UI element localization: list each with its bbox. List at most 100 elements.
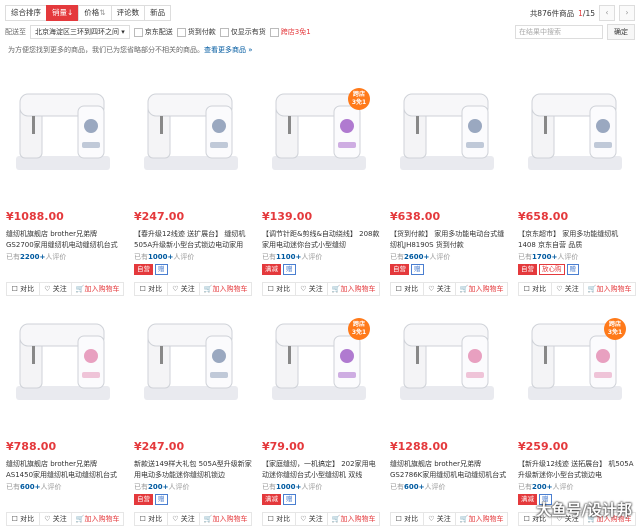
product-card[interactable]: 跨店 3免1 ¥79.00 【家庭缝纫，一机搞定】 202家用电动迷你缝纫台式小型缝…	[256, 290, 382, 528]
add-to-cart-button[interactable]: 🛒加入购物车	[72, 513, 123, 525]
product-tag: 自营	[518, 264, 537, 275]
comment-count[interactable]: 1700+	[532, 253, 557, 261]
product-title[interactable]: 【货到付款】 家用多功能电动台式缝纫机JH8190S 货到付款	[390, 229, 508, 251]
product-comments: 已有1000+人评价	[134, 253, 195, 261]
add-to-cart-button[interactable]: 🛒加入购物车	[456, 513, 507, 525]
sort-price-label: 价格	[84, 8, 100, 17]
product-comments: 已有1700+人评价	[518, 253, 579, 261]
product-tag: 赠	[411, 264, 424, 275]
check-cod[interactable]: 货到付款	[176, 27, 216, 37]
checkbox-icon	[269, 27, 279, 37]
compare-button[interactable]: ☐ 对比	[263, 513, 296, 525]
product-title[interactable]: 缝纫机旗舰店 brother兄弟牌 GS2786K家用缝纫机电动缝纫机台式	[390, 459, 508, 481]
tip-text: 为方便您找到更多的商品，我们已为您省略部分不相关的商品。	[8, 46, 204, 54]
product-actions: ☐ 对比 ♡ 关注 🛒加入购物车	[6, 512, 124, 526]
product-card[interactable]: ¥1088.00 缝纫机旗舰店 brother兄弟牌 GS2700家用缝纫机电动缝…	[0, 60, 126, 298]
product-title[interactable]: 缝纫机旗舰店 brother兄弟牌 GS2700家用缝纫机电动缝纫机台式	[6, 229, 124, 251]
sort-sales-label: 销量	[52, 8, 67, 17]
sort-sales[interactable]: 销量↓	[46, 5, 80, 21]
chevron-down-icon: ▾	[121, 28, 125, 36]
check-jd-delivery[interactable]: 京东配送	[133, 27, 173, 37]
product-card[interactable]: 跨店 3免1 ¥259.00 【新升级12线迹 送拓展台】 机505A 升级新迷你小…	[512, 290, 638, 528]
product-title[interactable]: 缝纫机旗舰店 brother兄弟牌 AS1450家用缝纫机电动缝纫机台式	[6, 459, 124, 481]
checkbox-icon	[219, 27, 229, 37]
product-title[interactable]: 【家庭缝纫，一机搞定】 202家用电动迷你缝纫台式小型缝纫机 双线	[262, 459, 380, 481]
follow-button[interactable]: ♡ 关注	[40, 513, 73, 525]
arrow-down-icon: ↓	[67, 8, 74, 17]
product-image[interactable]	[390, 302, 504, 414]
product-price: ¥788.00	[6, 440, 57, 453]
comment-count[interactable]: 200+	[148, 483, 168, 491]
product-title[interactable]: 新款送149样大礼包 505A型升级新家用电动多功能迷你缝纫机锁边	[134, 459, 252, 481]
compare-button[interactable]: ☐ 对比	[7, 513, 40, 525]
address-text: 北京海淀区三环到四环之间	[35, 28, 119, 36]
product-actions: ☐ 对比 ♡ 关注 🛒加入购物车	[134, 512, 252, 526]
ship-to-label: 配送至	[5, 28, 26, 36]
product-price: ¥247.00	[134, 210, 185, 223]
checkbox-icon	[176, 27, 186, 37]
comment-count[interactable]: 600+	[404, 483, 424, 491]
product-title[interactable]: 【春升级12线迹 送扩展台】 缝纫机505A升级新小型台式锁边电动家用	[134, 229, 252, 251]
product-price: ¥1288.00	[390, 440, 448, 453]
compare-button[interactable]: ☐ 对比	[391, 513, 424, 525]
product-image[interactable]	[390, 72, 504, 184]
product-price: ¥139.00	[262, 210, 313, 223]
product-image[interactable]	[6, 72, 120, 184]
product-comments: 已有600+人评价	[390, 483, 446, 491]
sort-price[interactable]: 价格⇅	[78, 5, 112, 21]
product-card[interactable]: 跨店 3免1 ¥139.00 【调节针距&剪线&自动绕线】 208款家用电动迷你台式…	[256, 60, 382, 298]
prev-page-button[interactable]: ‹	[599, 5, 615, 21]
comment-count[interactable]: 1100+	[276, 253, 301, 261]
product-image[interactable]	[134, 72, 248, 184]
product-comments: 已有2600+人评价	[390, 253, 451, 261]
product-title[interactable]: 【新升级12线迹 送拓展台】 机505A 升级新迷你小型台式锁边电	[518, 459, 636, 481]
product-card[interactable]: ¥788.00 缝纫机旗舰店 brother兄弟牌 AS1450家用缝纫机电动缝纫…	[0, 290, 126, 528]
check-cross-store[interactable]: 跨店3免1	[269, 27, 311, 37]
comment-count[interactable]: 2600+	[404, 253, 429, 261]
sort-comprehensive[interactable]: 综合排序	[5, 5, 47, 21]
check-label: 京东配送	[144, 28, 173, 36]
product-tag: 自营	[134, 494, 153, 505]
sort-new[interactable]: 新品	[144, 5, 172, 21]
add-to-cart-button[interactable]: 🛒加入购物车	[200, 513, 251, 525]
product-title[interactable]: 【京东超市】 家用多功能缝纫机1408 京东自营 品质	[518, 229, 636, 251]
sort-comments[interactable]: 评论数	[110, 5, 146, 21]
product-tags: 满减赠	[262, 264, 296, 275]
search-confirm-button[interactable]: 确定	[607, 24, 635, 40]
compare-button[interactable]: ☐ 对比	[135, 513, 168, 525]
comment-count[interactable]: 200+	[532, 483, 552, 491]
comment-count[interactable]: 1000+	[148, 253, 173, 261]
address-selector[interactable]: 北京海淀区三环到四环之间 ▾	[30, 25, 130, 39]
next-page-button[interactable]: ›	[619, 5, 635, 21]
product-tag: 满减	[262, 494, 281, 505]
product-card[interactable]: ¥638.00 【货到付款】 家用多功能电动台式缝纫机JH8190S 货到付款 已有…	[384, 60, 510, 298]
comment-count[interactable]: 2200+	[20, 253, 45, 261]
comment-count[interactable]: 1000+	[276, 483, 301, 491]
product-card[interactable]: ¥658.00 【京东超市】 家用多功能缝纫机1408 京东自营 品质 已有1700…	[512, 60, 638, 298]
product-card[interactable]: ¥247.00 新款送149样大礼包 505A型升级新家用电动多功能迷你缝纫机锁边…	[128, 290, 254, 528]
follow-button[interactable]: ♡ 关注	[168, 513, 201, 525]
product-image[interactable]	[518, 72, 632, 184]
check-in-stock[interactable]: 仅显示有货	[219, 27, 266, 37]
product-tags: 满减赠	[262, 494, 296, 505]
search-in-results-input[interactable]: 在结果中搜索	[515, 25, 603, 39]
add-to-cart-button[interactable]: 🛒加入购物车	[328, 513, 379, 525]
product-card[interactable]: ¥1288.00 缝纫机旗舰店 brother兄弟牌 GS2786K家用缝纫机电动…	[384, 290, 510, 528]
product-tag: 赠	[283, 494, 296, 505]
comment-count[interactable]: 600+	[20, 483, 40, 491]
filter-bar: 配送至 北京海淀区三环到四环之间 ▾ 京东配送 货到付款 仅显示有货 跨店3免1…	[5, 24, 635, 40]
product-image[interactable]	[6, 302, 120, 414]
product-image[interactable]	[134, 302, 248, 414]
result-total: 共876件商品	[529, 8, 575, 18]
product-comments: 已有200+人评价	[518, 483, 574, 491]
follow-button[interactable]: ♡ 关注	[296, 513, 329, 525]
product-comments: 已有200+人评价	[134, 483, 190, 491]
product-tag: 赠	[155, 264, 168, 275]
more-products-link[interactable]: 查看更多商品 »	[204, 46, 253, 54]
follow-button[interactable]: ♡ 关注	[424, 513, 457, 525]
product-tag: 自营	[134, 264, 153, 275]
pagination: 共876件商品 1/15 ‹ ›	[530, 5, 635, 21]
product-actions: ☐ 对比 ♡ 关注 🛒加入购物车	[262, 512, 380, 526]
product-title[interactable]: 【调节针距&剪线&自动绕线】 208款家用电动迷你台式小型缝纫	[262, 229, 380, 251]
product-card[interactable]: ¥247.00 【春升级12线迹 送扩展台】 缝纫机505A升级新小型台式锁边电动…	[128, 60, 254, 298]
